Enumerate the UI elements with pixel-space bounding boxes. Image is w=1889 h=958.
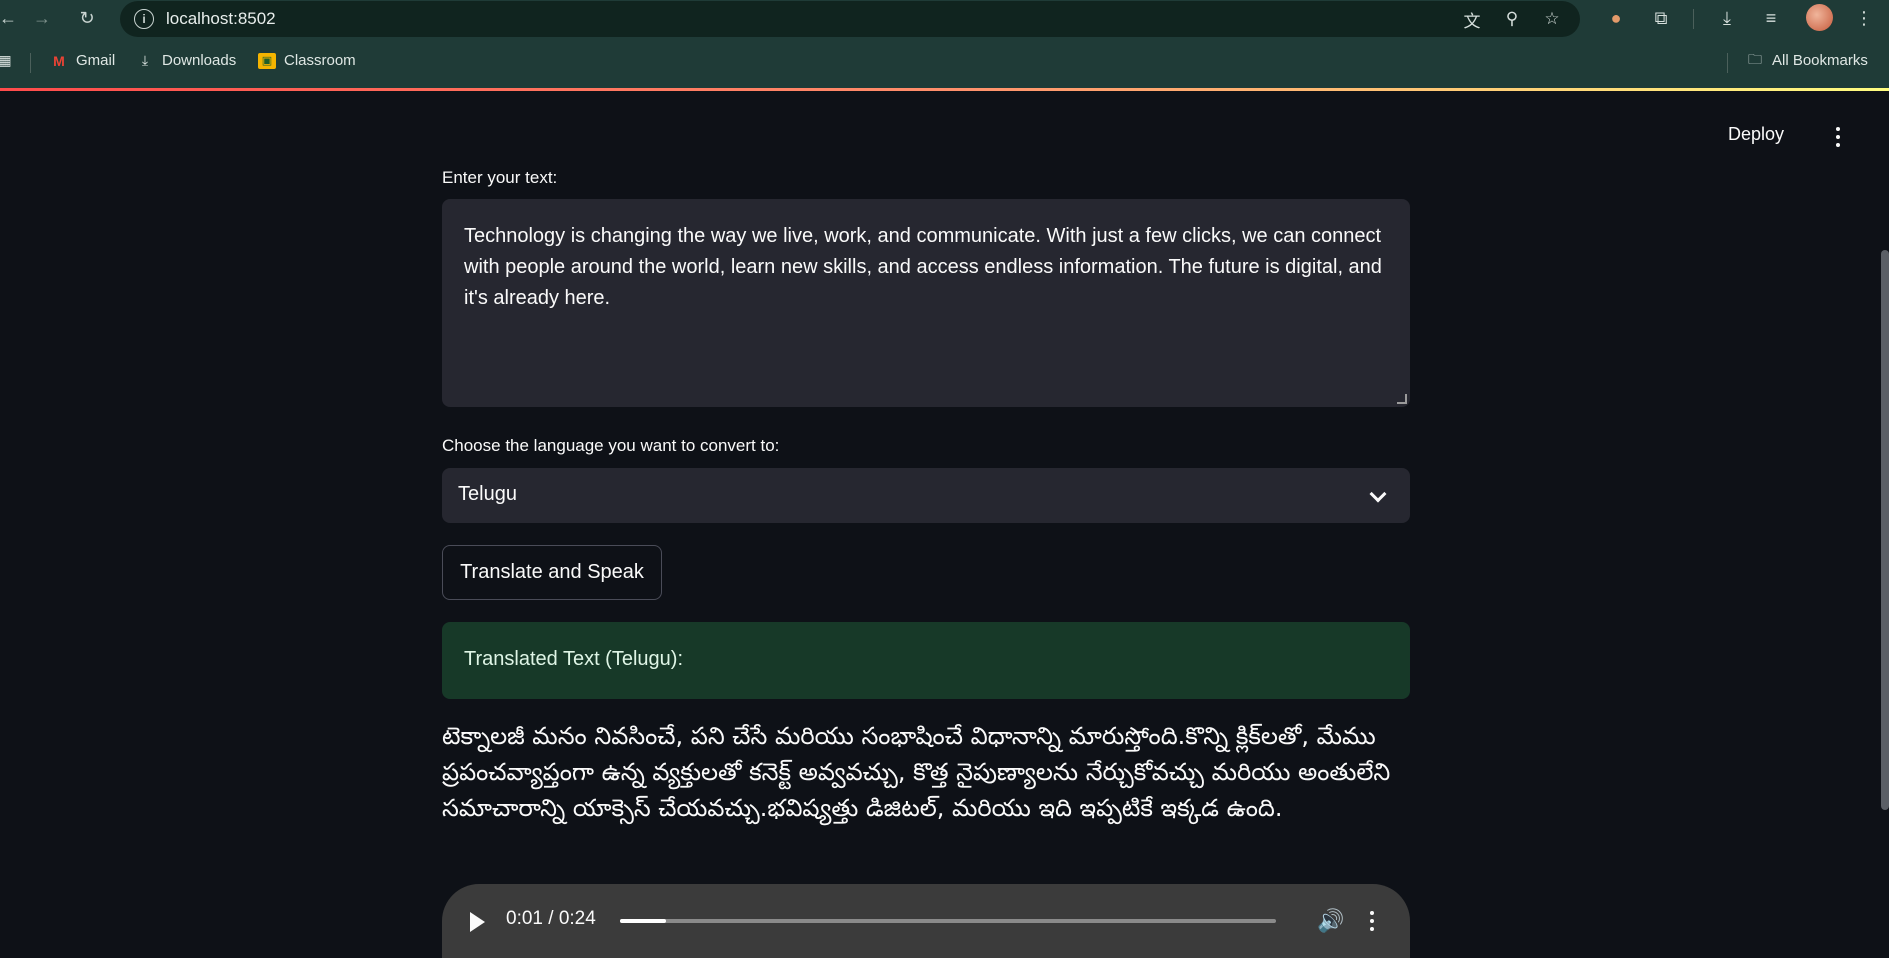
bookmark-label: Downloads — [162, 52, 237, 69]
bookmark-star-icon[interactable]: ☆ — [1540, 7, 1564, 31]
folder-icon: 🗀 — [1748, 50, 1762, 67]
zoom-icon[interactable]: ⚲ — [1500, 7, 1524, 31]
apps-grid-icon[interactable]: ▦ — [0, 52, 14, 68]
browser-menu-icon[interactable]: ⋮ — [1851, 5, 1877, 31]
bookmark-classroom[interactable]: ▣ Classroom — [258, 52, 356, 69]
translation-success-box: Translated Text (Telugu): — [442, 622, 1410, 699]
audio-options-icon[interactable] — [1364, 909, 1380, 933]
profile-avatar[interactable] — [1806, 4, 1833, 31]
gmail-icon: M — [53, 52, 65, 69]
text-input-label: Enter your text: — [442, 168, 558, 187]
translate-icon[interactable]: 文 — [1460, 7, 1484, 31]
bookmarks-bar: ▦ M Gmail ⤓ Downloads ▣ Classroom 🗀 All … — [0, 44, 1889, 82]
deploy-button[interactable]: Deploy — [1728, 124, 1784, 145]
audio-time: 0:01 / 0:24 — [506, 908, 596, 929]
audio-progress-fill — [620, 919, 666, 923]
cookie-extension-icon[interactable]: ● — [1603, 5, 1629, 31]
chevron-down-icon[interactable] — [1369, 485, 1387, 503]
download-icon: ⤓ — [141, 52, 149, 68]
site-info-icon[interactable]: i — [134, 9, 154, 29]
audio-player: 0:01 / 0:24 🔊 — [442, 884, 1410, 958]
language-select-value[interactable]: Telugu — [458, 483, 517, 506]
forward-icon[interactable]: → — [28, 4, 56, 32]
streamlit-top-decoration — [0, 88, 1889, 91]
main-menu-icon[interactable] — [1828, 124, 1848, 150]
all-bookmarks-label: All Bookmarks — [1772, 52, 1868, 69]
browser-chrome: ← → ↻ i localhost:8502 文 ⚲ ☆ ● ⧉ ⤓ ≡ ⋮ ▦… — [0, 0, 1889, 91]
address-bar[interactable]: i localhost:8502 文 ⚲ ☆ — [120, 1, 1580, 37]
volume-icon[interactable]: 🔊 — [1317, 908, 1344, 934]
translated-text: టెక్నాలజీ మనం నివసించే, పని చేసే మరియు స… — [442, 722, 1391, 822]
address-url[interactable]: localhost:8502 — [166, 9, 276, 29]
text-input[interactable]: Technology is changing the way we live, … — [442, 199, 1410, 407]
download-icon[interactable]: ⤓ — [1714, 5, 1740, 31]
play-icon[interactable] — [470, 912, 485, 932]
all-bookmarks[interactable]: 🗀 All Bookmarks — [1746, 50, 1868, 70]
language-select[interactable]: Telugu — [442, 468, 1410, 523]
bookmark-label: Classroom — [284, 52, 356, 69]
back-icon[interactable]: ← — [0, 4, 22, 32]
page-scrollbar[interactable] — [1881, 250, 1889, 810]
reload-icon[interactable]: ↻ — [73, 4, 101, 32]
toolbar-divider — [1693, 9, 1694, 29]
extensions-icon[interactable]: ⧉ — [1648, 5, 1674, 31]
bookmark-divider — [1727, 53, 1728, 73]
bookmark-divider — [30, 53, 31, 73]
classroom-icon: ▣ — [258, 52, 276, 69]
bookmark-gmail[interactable]: M Gmail — [50, 52, 115, 69]
language-select-label: Choose the language you want to convert … — [442, 436, 780, 455]
translation-heading: Translated Text (Telugu): — [464, 648, 683, 670]
audio-progress-track[interactable] — [620, 919, 1276, 923]
browser-toolbar: ← → ↻ i localhost:8502 文 ⚲ ☆ ● ⧉ ⤓ ≡ ⋮ — [0, 0, 1889, 37]
media-control-icon[interactable]: ≡ — [1758, 5, 1784, 31]
translate-and-speak-button[interactable]: Translate and Speak — [442, 545, 662, 600]
bookmark-label: Gmail — [76, 52, 116, 69]
text-input-value[interactable]: Technology is changing the way we live, … — [464, 225, 1382, 309]
bookmark-downloads[interactable]: ⤓ Downloads — [136, 52, 236, 69]
resize-handle[interactable] — [1397, 394, 1407, 404]
